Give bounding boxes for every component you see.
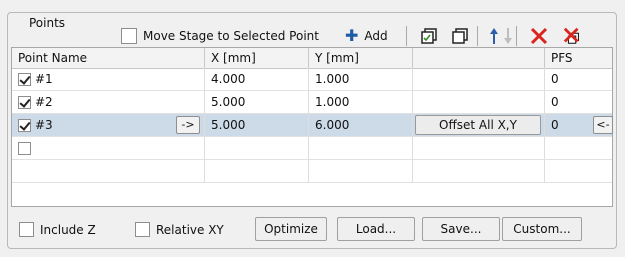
action-cell [413,68,545,90]
load-button[interactable]: Load... [337,217,415,241]
go-to-point-button[interactable]: -> [176,116,200,134]
save-button[interactable]: Save... [422,217,500,241]
point-enabled-checkbox[interactable] [18,73,31,86]
delete-icon[interactable] [529,26,549,46]
x-cell[interactable]: 5.000 [205,91,309,113]
move-down-icon[interactable] [498,26,518,46]
move-stage-checkbox-row[interactable]: Move Stage to Selected Point [121,28,319,44]
x-cell[interactable]: 5.000 [205,114,309,136]
get-pfs-button[interactable]: <- [593,116,613,134]
action-cell [413,137,545,159]
point-name-cell: #1 [12,68,205,90]
add-button[interactable]: ✚ Add [345,26,388,46]
pfs-value: 0 [551,118,559,132]
toolbar-separator [406,26,407,46]
move-stage-checkbox[interactable] [121,28,137,44]
action-cell [413,160,545,182]
toolbar-separator [516,26,517,46]
y-cell[interactable] [309,137,413,159]
point-enabled-checkbox[interactable] [18,142,31,155]
points-table: Point Name X [mm] Y [mm] PFS #1 4.000 1.… [11,47,613,207]
point-name-cell [12,137,205,159]
column-header-action[interactable] [413,48,545,68]
action-cell [413,91,545,113]
column-header-y[interactable]: Y [mm] [309,48,413,68]
toolbar-separator [477,26,478,46]
relative-xy-checkbox[interactable] [135,222,150,237]
copy-icon[interactable] [420,26,440,46]
add-label: Add [364,29,388,43]
y-cell[interactable]: 1.000 [309,91,413,113]
y-cell[interactable]: 6.000 [309,114,413,136]
custom-button[interactable]: Custom... [502,217,582,241]
paste-icon[interactable] [451,26,471,46]
table-row[interactable]: #1 4.000 1.000 0 [12,68,612,91]
table-row-empty[interactable] [12,160,612,183]
table-row[interactable]: #2 5.000 1.000 0 [12,91,612,114]
pfs-cell[interactable] [545,160,614,182]
column-header-point-name[interactable]: Point Name [12,48,205,68]
point-enabled-checkbox[interactable] [18,119,31,132]
relative-xy-option[interactable]: Relative XY [135,222,224,237]
plus-icon: ✚ [345,26,359,45]
pfs-cell[interactable] [545,137,614,159]
include-z-option[interactable]: Include Z [19,222,96,237]
point-name: #1 [35,72,53,86]
y-cell[interactable] [309,160,413,182]
y-cell[interactable]: 1.000 [309,68,413,90]
include-z-checkbox[interactable] [19,222,34,237]
pfs-cell[interactable]: 0 [545,91,614,113]
pfs-cell[interactable]: 0 [545,68,614,90]
table-header: Point Name X [mm] Y [mm] PFS [12,48,612,69]
include-z-label: Include Z [40,222,96,237]
table-row-empty[interactable] [12,137,612,160]
point-name: #2 [35,95,53,109]
x-cell[interactable]: 4.000 [205,68,309,90]
relative-xy-label: Relative XY [156,222,224,237]
point-name-cell [12,160,205,182]
move-stage-label: Move Stage to Selected Point [143,29,319,43]
delete-all-icon[interactable] [563,26,583,46]
point-enabled-checkbox[interactable] [18,96,31,109]
bottom-bar: Include Z Relative XY Optimize Load... S… [11,217,613,243]
action-cell: Offset All X,Y [413,114,545,136]
point-name: #3 [35,118,53,132]
table-row-selected[interactable]: #3 -> 5.000 6.000 Offset All X,Y 0 <- [12,114,614,137]
column-header-x[interactable]: X [mm] [205,48,309,68]
x-cell[interactable] [205,160,309,182]
column-header-pfs[interactable]: PFS [545,48,614,68]
point-name-cell: #2 [12,91,205,113]
point-name-cell: #3 -> [12,114,205,136]
offset-all-xy-button[interactable]: Offset All X,Y [415,115,541,135]
x-cell[interactable] [205,137,309,159]
optimize-button[interactable]: Optimize [255,217,327,241]
pfs-cell[interactable]: 0 <- [545,114,614,136]
